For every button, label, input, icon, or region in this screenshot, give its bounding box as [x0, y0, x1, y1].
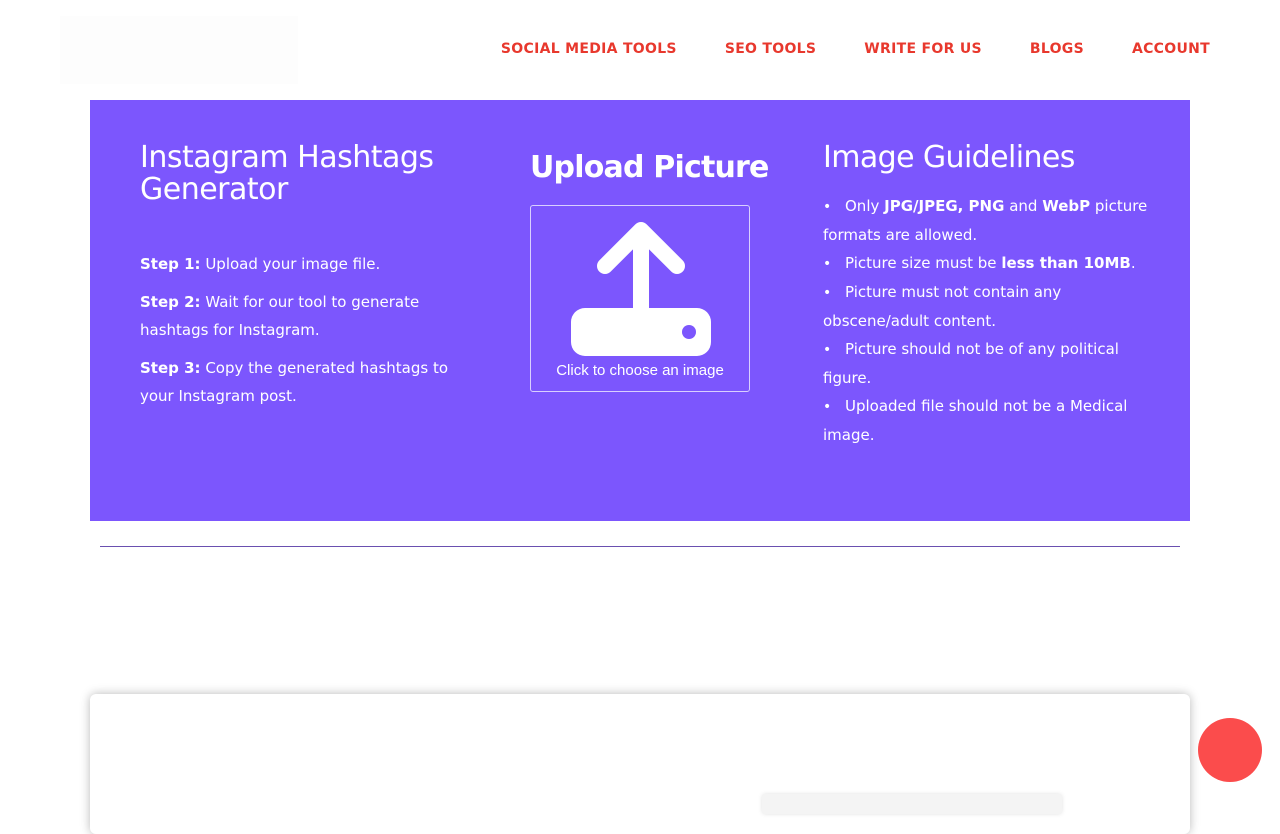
step-1: Step 1: Upload your image file. — [140, 250, 470, 278]
section-divider — [100, 546, 1180, 547]
upload-dropzone[interactable]: Click to choose an image — [530, 205, 750, 392]
results-card — [90, 694, 1190, 834]
guideline-bold: less than 10MB — [1001, 254, 1131, 272]
step-3-label: Step 3: — [140, 359, 201, 377]
chat-button[interactable] — [1198, 718, 1262, 782]
step-1-text: Upload your image file. — [205, 255, 381, 273]
guideline-text: and — [1004, 197, 1043, 215]
guideline-formats: • Only JPG/JPEG, PNG and WebP picture for… — [823, 192, 1148, 249]
guideline-content: • Picture must not contain any obscene/ad… — [823, 278, 1148, 335]
bullet: • — [823, 256, 832, 272]
guideline-political: • Picture should not be of any political … — [823, 335, 1148, 392]
nav-blogs[interactable]: BLOGS — [1030, 41, 1084, 57]
bullet: • — [823, 399, 832, 415]
guideline-size: • Picture size must be less than 10MB. — [823, 249, 1148, 278]
guidelines-title: Image Guidelines — [823, 140, 1075, 175]
upload-column: Upload Picture Click to choose an image — [530, 150, 769, 392]
step-1-label: Step 1: — [140, 255, 201, 273]
guideline-bold: WebP — [1042, 197, 1091, 215]
upload-icon — [571, 222, 711, 356]
step-3: Step 3: Copy the generated hashtags to y… — [140, 354, 470, 410]
upload-title: Upload Picture — [530, 150, 769, 185]
site-header: SOCIAL MEDIA TOOLS SEO TOOLS WRITE FOR U… — [0, 0, 1280, 100]
guideline-text: Picture should not be of any political f… — [823, 340, 1119, 387]
bullet: • — [823, 285, 832, 301]
nav-write-for-us[interactable]: WRITE FOR US — [864, 41, 982, 57]
nav-social-media-tools[interactable]: SOCIAL MEDIA TOOLS — [501, 41, 677, 57]
guideline-medical: • Uploaded file should not be a Medical i… — [823, 392, 1148, 449]
main-nav: SOCIAL MEDIA TOOLS SEO TOOLS WRITE FOR U… — [501, 41, 1210, 57]
upload-caption: Click to choose an image — [556, 362, 724, 379]
step-2-label: Step 2: — [140, 293, 201, 311]
instructions-column: Instagram Hashtags Generator Step 1: Upl… — [140, 142, 470, 420]
site-logo[interactable] — [60, 16, 298, 84]
guideline-text: Only — [845, 197, 885, 215]
guidelines-column: Image Guidelines • Only JPG/JPEG, PNG and… — [823, 142, 1148, 449]
guidelines-list: • Only JPG/JPEG, PNG and WebP picture for… — [823, 192, 1148, 449]
hero-section: Instagram Hashtags Generator Step 1: Upl… — [90, 100, 1190, 521]
guideline-text: Picture must not contain any obscene/adu… — [823, 283, 1062, 330]
results-placeholder — [762, 794, 1062, 814]
guideline-bold: JPG/JPEG, PNG — [884, 197, 1005, 215]
step-2: Step 2: Wait for our tool to generate ha… — [140, 288, 470, 344]
guideline-text: Uploaded file should not be a Medical im… — [823, 397, 1128, 444]
bullet: • — [823, 342, 832, 358]
guideline-text: Picture size must be — [845, 254, 1002, 272]
bullet: • — [823, 199, 832, 215]
page-title: Instagram Hashtags Generator — [140, 140, 434, 207]
guideline-text: . — [1130, 254, 1136, 272]
nav-account[interactable]: ACCOUNT — [1132, 41, 1210, 57]
nav-seo-tools[interactable]: SEO TOOLS — [725, 41, 816, 57]
